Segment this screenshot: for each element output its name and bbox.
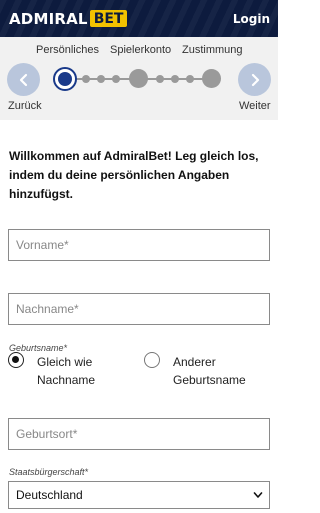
logo-badge: BET bbox=[89, 10, 128, 27]
citizenship-label: Staatsbürgerschaft* bbox=[9, 467, 89, 477]
first-name-field[interactable]: Vorname* bbox=[8, 229, 270, 261]
step-label-account: Spielerkonto bbox=[110, 44, 172, 56]
first-name-placeholder: Vorname* bbox=[16, 238, 69, 252]
birth-place-placeholder: Geburtsort* bbox=[16, 427, 78, 441]
step-dot-consent bbox=[202, 69, 221, 88]
admiralbet-logo[interactable]: ADMIRAL BET bbox=[9, 9, 128, 28]
intro-text: Willkommen auf AdmiralBet! Leg gleich lo… bbox=[9, 149, 259, 201]
step-dot bbox=[112, 75, 120, 83]
radio-label-same: Gleich wie Nachname bbox=[37, 355, 96, 387]
citizenship-select[interactable]: Deutschland bbox=[8, 481, 270, 509]
step-dot bbox=[156, 75, 164, 83]
registration-stepper: Persönliches Spielerkonto Zustimmung Zur… bbox=[0, 37, 278, 120]
chevron-down-icon bbox=[253, 492, 263, 498]
step-label-personal: Persönliches bbox=[36, 44, 99, 56]
back-button[interactable] bbox=[7, 63, 40, 96]
birth-place-field[interactable]: Geburtsort* bbox=[8, 418, 270, 450]
top-header: ADMIRAL BET Login bbox=[0, 0, 278, 37]
logo-text: ADMIRAL bbox=[9, 9, 88, 28]
step-dot-active-core bbox=[58, 72, 72, 86]
next-label: Weiter bbox=[239, 100, 271, 112]
next-button[interactable] bbox=[238, 63, 271, 96]
radio-label-other: Anderer Geburtsname bbox=[173, 355, 246, 387]
step-label-consent: Zustimmung bbox=[182, 44, 243, 56]
last-name-placeholder: Nachname* bbox=[16, 302, 79, 316]
chevron-right-icon bbox=[251, 73, 259, 86]
step-dot-account bbox=[129, 69, 148, 88]
last-name-field[interactable]: Nachname* bbox=[8, 293, 270, 325]
radio-same-as-last-name[interactable] bbox=[8, 352, 24, 368]
step-dot bbox=[97, 75, 105, 83]
step-dot bbox=[82, 75, 90, 83]
login-button[interactable]: Login bbox=[233, 12, 270, 26]
radio-other-birth-name[interactable] bbox=[144, 352, 160, 368]
back-label: Zurück bbox=[8, 100, 42, 112]
step-dot bbox=[186, 75, 194, 83]
step-dot bbox=[171, 75, 179, 83]
citizenship-value: Deutschland bbox=[16, 488, 83, 502]
chevron-left-icon bbox=[19, 73, 27, 86]
